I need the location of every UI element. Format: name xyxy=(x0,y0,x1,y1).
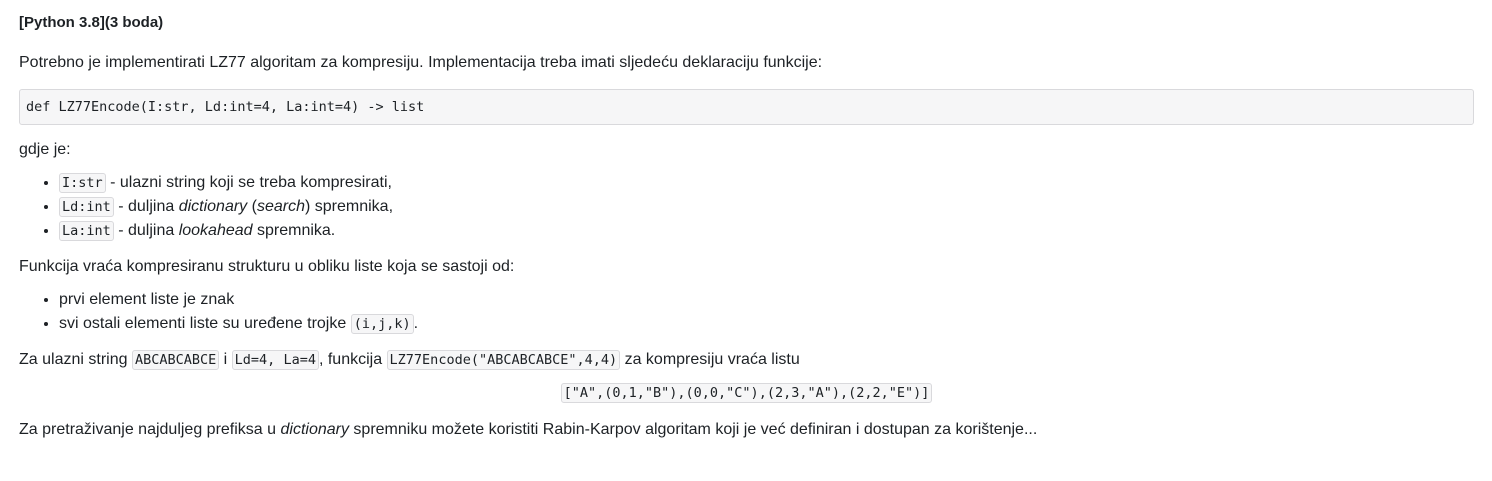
example-text: za kompresiju vraća listu xyxy=(620,351,800,368)
result-formula: ["A",(0,1,"B"),(0,0,"C"),(2,3,"A"),(2,2,… xyxy=(19,382,1474,404)
example-input-code: ABCABCABCE xyxy=(131,350,220,370)
param-code: La:int xyxy=(59,221,114,241)
list-item: I:str - ulazni string koji se treba komp… xyxy=(59,171,1474,195)
final-text: spremniku možete koristiti Rabin-Karpov … xyxy=(348,421,1038,438)
param-description: spremnika. xyxy=(252,222,336,239)
final-paragraph: Za pretraživanje najduljeg prefiksa u di… xyxy=(19,418,1474,442)
result-code: ["A",(0,1,"B"),(0,0,"C"),(2,3,"A"),(2,2,… xyxy=(560,383,933,403)
intro-paragraph: Potrebno je implementirati LZ77 algorita… xyxy=(19,54,823,71)
returns-item-text: prvi element liste je znak xyxy=(59,291,235,308)
emphasis-text: lookahead xyxy=(178,222,253,239)
param-description: - duljina xyxy=(113,198,179,215)
param-description: - ulazni string koji se treba kompresira… xyxy=(105,174,392,191)
question-title: [Python 3.8](3 boda) xyxy=(19,14,164,31)
emphasis-text: search xyxy=(256,198,305,215)
list-item: prvi element liste je znak xyxy=(59,288,1474,312)
parameter-list: I:str - ulazni string koji se treba komp… xyxy=(19,171,1474,243)
example-text: Za ulazni string xyxy=(19,351,132,368)
declaration-text: def LZ77Encode(I:str, Ld:int=4, La:int=4… xyxy=(26,99,425,115)
example-params-code: Ld=4, La=4 xyxy=(231,350,319,370)
returns-intro-paragraph: Funkcija vraća kompresiranu strukturu u … xyxy=(19,258,515,275)
returns-item-text: svi ostali elementi liste su uređene tro… xyxy=(59,315,351,332)
param-code: I:str xyxy=(59,173,106,193)
emphasis-text: dictionary xyxy=(280,421,349,438)
returns-item-suffix: . xyxy=(413,315,419,332)
returns-list: prvi element liste je znak svi ostali el… xyxy=(19,288,1474,336)
list-item: La:int - duljina lookahead spremnika. xyxy=(59,219,1474,243)
example-text: , funkcija xyxy=(318,351,387,368)
example-paragraph: Za ulazni string ABCABCABCE i Ld=4, La=4… xyxy=(19,348,1474,372)
list-item: svi ostali elementi liste su uređene tro… xyxy=(59,312,1474,336)
question-text: [Python 3.8](3 boda) Potrebno je impleme… xyxy=(0,0,1492,442)
param-description: - duljina xyxy=(113,222,179,239)
example-call-code: LZ77Encode("ABCABCABCE",4,4) xyxy=(386,350,621,370)
final-text: Za pretraživanje najduljeg prefiksa u xyxy=(19,421,281,438)
param-code: Ld:int xyxy=(59,197,114,217)
param-description: ) spremnika, xyxy=(305,198,394,215)
where-label: gdje je: xyxy=(19,141,71,158)
param-description: ( xyxy=(247,198,257,215)
function-declaration-code: def LZ77Encode(I:str, Ld:int=4, La:int=4… xyxy=(19,89,1474,125)
example-text: i xyxy=(219,351,232,368)
emphasis-text: dictionary xyxy=(178,198,248,215)
list-item: Ld:int - duljina dictionary (search) spr… xyxy=(59,195,1474,219)
triple-code: (i,j,k) xyxy=(350,314,414,334)
